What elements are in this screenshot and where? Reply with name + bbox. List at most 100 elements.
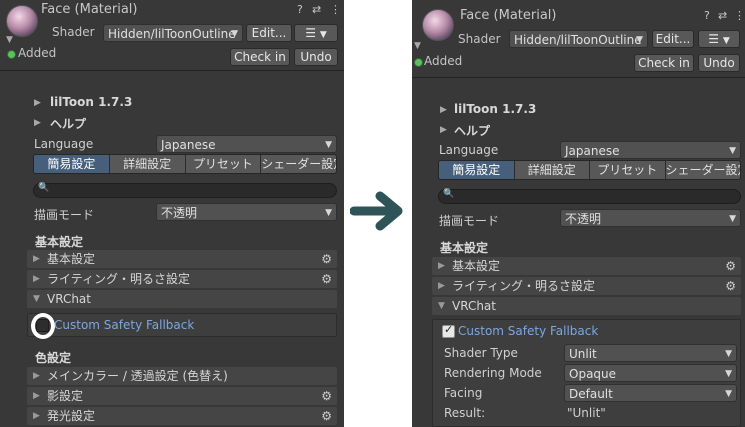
added-label: Added (18, 46, 57, 60)
tab-simple[interactable]: 簡易設定 (34, 155, 110, 173)
inspector-panel-after: Face (Material) ? ⇄ ⋮ Shader Hidden/lilT… (412, 0, 745, 427)
gear-icon[interactable]: ⚙ (725, 257, 736, 275)
foldout-vrchat[interactable]: ▼ VRChat (432, 297, 741, 315)
added-status-icon (414, 58, 423, 67)
checkin-button[interactable]: Check in (230, 48, 290, 66)
gear-icon[interactable]: ⚙ (321, 250, 332, 268)
help-foldout[interactable]: ヘルプ (50, 115, 86, 132)
edit-button[interactable]: Edit... (652, 30, 694, 48)
foldout-lighting[interactable]: ▶ ライティング・明るさ設定 ⚙ (432, 277, 741, 295)
chevron-down-icon: ▼ (729, 146, 736, 156)
undo-button[interactable]: Undo (294, 48, 338, 66)
chevron-down-icon: ▼ (725, 389, 732, 399)
language-dropdown[interactable]: Japanese ▼ (156, 135, 337, 153)
foldout-triangle-icon: ▶ (33, 254, 40, 264)
foldout-lighting[interactable]: ▶ ライティング・明るさ設定 ⚙ (27, 270, 337, 288)
render-mode-dropdown[interactable]: 不透明 ▼ (156, 203, 337, 221)
search-input[interactable]: 🔍 (438, 189, 741, 204)
help-foldout[interactable]: ヘルプ (454, 122, 490, 139)
tab-simple[interactable]: 簡易設定 (439, 161, 515, 179)
rendering-mode-dropdown[interactable]: Opaque ▼ (564, 364, 737, 382)
language-value: Japanese (161, 138, 216, 152)
facing-dropdown[interactable]: Default ▼ (564, 384, 737, 402)
foldout-vrchat-label: VRChat (47, 292, 91, 306)
more-icon[interactable]: ⋮ (734, 9, 745, 22)
foldout-triangle-icon: ▶ (33, 391, 40, 401)
shader-dropdown[interactable]: Hidden/lilToonOutline ▼ (103, 24, 243, 42)
foldout-vrchat[interactable]: ▼ VRChat (27, 290, 337, 308)
tab-shader-settings[interactable]: シェーダー設定 (665, 161, 740, 179)
shader-type-dropdown[interactable]: Unlit ▼ (564, 344, 737, 362)
shader-value: Hidden/lilToonOutline (514, 33, 642, 47)
foldout-basic[interactable]: ▶ 基本設定 ⚙ (27, 250, 337, 268)
foldout-triangle-icon: ▼ (438, 301, 445, 311)
preset-icon[interactable]: ⇄ (718, 9, 727, 22)
added-label: Added (424, 54, 463, 68)
search-icon: 🔍 (38, 183, 50, 193)
language-label: Language (34, 137, 94, 151)
tab-preset[interactable]: プリセット (590, 161, 666, 179)
list-icon: ☰ (708, 32, 719, 46)
edit-button[interactable]: Edit... (246, 24, 292, 42)
fallback-checkbox[interactable]: ✓ (442, 323, 455, 338)
liltoon-version[interactable]: lilToon 1.7.3 (50, 95, 132, 109)
collapse-triangle-icon[interactable]: ▼ (6, 35, 13, 45)
result-label: Result: (444, 406, 486, 420)
foldout-triangle-icon[interactable]: ▶ (440, 125, 447, 135)
help-icon[interactable]: ? (704, 9, 710, 22)
foldout-triangle-icon[interactable]: ▶ (34, 118, 41, 128)
header-divider (0, 70, 344, 71)
shader-type-label: Shader Type (444, 346, 518, 360)
search-input[interactable]: 🔍 (33, 183, 337, 198)
material-avatar-icon (6, 5, 38, 37)
gear-icon[interactable]: ⚙ (321, 407, 332, 425)
fallback-label[interactable]: Custom Safety Fallback (54, 318, 194, 332)
foldout-shadow[interactable]: ▶ 影設定 ⚙ (27, 387, 337, 405)
inspector-panel-before: Face (Material) ? ⇄ ⋮ Shader Hidden/lilT… (0, 0, 344, 427)
foldout-triangle-icon: ▶ (33, 274, 40, 284)
foldout-basic[interactable]: ▶ 基本設定 ⚙ (432, 257, 741, 275)
chevron-down-icon: ▼ (725, 349, 732, 359)
render-mode-dropdown[interactable]: 不透明 ▼ (560, 209, 741, 227)
undo-button[interactable]: Undo (698, 54, 740, 72)
section-basic-header: 基本設定 (440, 241, 489, 255)
chevron-down-icon: ▼ (636, 35, 643, 45)
render-mode-label: 描画モード (34, 208, 95, 222)
tab-advanced[interactable]: 詳細設定 (514, 161, 590, 179)
foldout-triangle-icon: ▶ (438, 261, 445, 271)
foldout-emission[interactable]: ▶ 発光設定 ⚙ (27, 407, 337, 425)
shader-list-button[interactable]: ☰ ▼ (294, 24, 338, 42)
render-mode-value: 不透明 (565, 212, 602, 226)
material-title: Face (Material) (460, 8, 557, 23)
collapse-triangle-icon[interactable]: ▼ (414, 41, 421, 51)
result-value: "Unlit" (567, 406, 606, 420)
section-basic-header: 基本設定 (35, 235, 84, 249)
checkin-button[interactable]: Check in (634, 54, 694, 72)
preset-icon[interactable]: ⇄ (312, 3, 321, 16)
foldout-lighting-label: ライティング・明るさ設定 (47, 272, 191, 286)
more-icon[interactable]: ⋮ (330, 3, 341, 16)
language-dropdown[interactable]: Japanese ▼ (560, 141, 741, 159)
foldout-triangle-icon[interactable]: ▶ (34, 98, 41, 108)
foldout-triangle-icon: ▶ (438, 281, 445, 291)
chevron-down-icon: ▼ (725, 369, 732, 379)
section-color-header: 色設定 (35, 351, 72, 365)
tab-shader-settings[interactable]: シェーダー設定 (261, 155, 336, 173)
gear-icon[interactable]: ⚙ (725, 277, 736, 295)
shader-dropdown[interactable]: Hidden/lilToonOutline ▼ (509, 30, 648, 48)
help-icon[interactable]: ? (297, 3, 303, 16)
arrow-right-icon (349, 190, 408, 232)
gear-icon[interactable]: ⚙ (321, 270, 332, 288)
material-avatar-icon (422, 9, 454, 41)
foldout-basic-label: 基本設定 (452, 259, 501, 273)
liltoon-version[interactable]: lilToon 1.7.3 (454, 102, 536, 116)
shader-list-button[interactable]: ☰ ▼ (698, 30, 740, 48)
tab-preset[interactable]: プリセット (185, 155, 262, 173)
tab-advanced[interactable]: 詳細設定 (109, 155, 186, 173)
foldout-triangle-icon[interactable]: ▶ (440, 105, 447, 115)
shader-label: Shader (52, 25, 95, 39)
fallback-label[interactable]: Custom Safety Fallback (458, 324, 598, 338)
foldout-main-color[interactable]: ▶ メインカラー / 透過設定 (色替え) (27, 367, 337, 385)
settings-tabs: 簡易設定 詳細設定 プリセット シェーダー設定 (438, 160, 741, 180)
gear-icon[interactable]: ⚙ (321, 387, 332, 405)
